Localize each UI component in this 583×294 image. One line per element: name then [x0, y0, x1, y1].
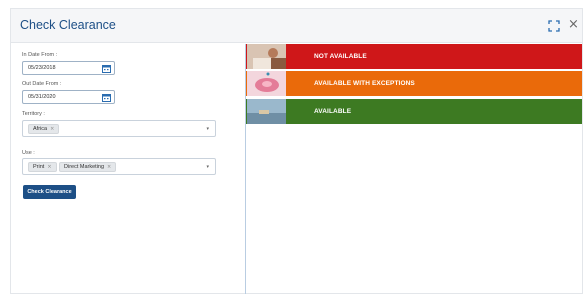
result-thumbnail	[247, 44, 286, 69]
use-chip-label: Print	[33, 164, 45, 170]
remove-chip-icon[interactable]: ×	[47, 164, 51, 170]
out-date-field[interactable]: 05/31/2020	[22, 90, 115, 104]
remove-chip-icon[interactable]: ×	[50, 126, 54, 132]
in-date-value: 05/23/2018	[28, 65, 56, 71]
status-row-available-with-exceptions: AVAILABLE WITH EXCEPTIONS	[246, 71, 582, 96]
in-date-field[interactable]: 05/23/2018	[22, 61, 115, 75]
territory-label: Territory :	[22, 111, 45, 117]
result-thumbnail	[247, 71, 286, 96]
territory-select[interactable]: Africa × ▾	[22, 120, 216, 137]
dialog-title: Check Clearance	[20, 18, 116, 32]
in-date-label: In Date From :	[22, 52, 58, 58]
status-label: NOT AVAILABLE	[314, 53, 367, 60]
use-select[interactable]: Print × Direct Marketing × ▾	[22, 158, 216, 175]
status-label: AVAILABLE WITH EXCEPTIONS	[314, 80, 415, 87]
close-icon[interactable]: ×	[568, 17, 579, 33]
results-panel: NOT AVAILABLE AVAILABLE WITH EXCEPTIONS	[246, 44, 582, 294]
calendar-icon[interactable]	[102, 93, 111, 102]
territory-chip-label: Africa	[33, 126, 48, 132]
out-date-value: 05/31/2020	[28, 94, 56, 100]
expand-icon[interactable]	[548, 20, 560, 32]
use-label: Use :	[22, 150, 35, 156]
check-clearance-dialog: Check Clearance × In Date From : 05/23/2…	[10, 8, 583, 294]
result-thumbnail	[247, 99, 286, 124]
use-chip-label: Direct Marketing	[64, 164, 105, 170]
chevron-down-icon[interactable]: ▾	[206, 164, 209, 170]
criteria-panel: In Date From : 05/23/2018 Out Date From …	[11, 44, 245, 294]
status-row-available: AVAILABLE	[246, 99, 582, 124]
chevron-down-icon[interactable]: ▾	[206, 126, 209, 132]
use-chip-print: Print ×	[28, 162, 57, 172]
use-chip-direct-marketing: Direct Marketing ×	[59, 162, 117, 172]
remove-chip-icon[interactable]: ×	[107, 164, 111, 170]
status-row-not-available: NOT AVAILABLE	[246, 44, 582, 69]
calendar-icon[interactable]	[102, 64, 111, 73]
territory-chip: Africa ×	[28, 124, 60, 134]
status-label: AVAILABLE	[314, 108, 352, 115]
dialog-header: Check Clearance ×	[11, 9, 582, 43]
out-date-label: Out Date From :	[22, 81, 62, 87]
check-clearance-button[interactable]: Check Clearance	[23, 185, 76, 199]
